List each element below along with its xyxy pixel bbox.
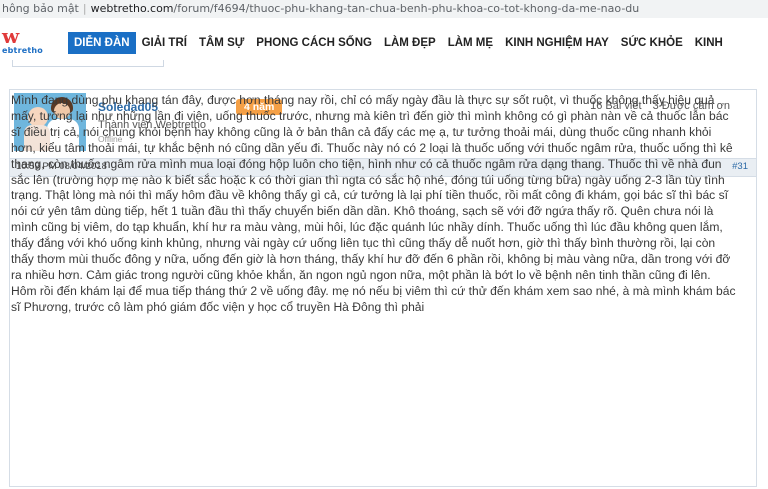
site-header: w ebtretho DIỄN ĐÀN GIẢI TRÍ TÂM SỰ PHONG C… — [0, 18, 768, 60]
previous-post-edge — [12, 60, 164, 67]
main-menu: DIỄN ĐÀN GIẢI TRÍ TÂM SỰ PHONG CÁCH SỐNG LÀM… — [68, 32, 729, 54]
site-logo[interactable]: w ebtretho — [0, 22, 60, 56]
logo-brand: ebtretho — [2, 46, 43, 55]
nav-item-8[interactable]: KINH — [689, 32, 729, 54]
nav-item-5[interactable]: LÀM MẸ — [442, 32, 499, 54]
nav-item-2[interactable]: TÂM SỰ — [193, 32, 250, 54]
post-content: Mình đang dùng phụ khang tán đây, được h… — [11, 93, 736, 314]
nav-item-1[interactable]: GIẢI TRÍ — [136, 32, 193, 54]
address-bar[interactable]: hông bảo mật | webtretho.com/forum/f4694/t… — [0, 0, 768, 19]
nav-item-7[interactable]: SỨC KHỎE — [615, 32, 689, 54]
nav-item-3[interactable]: PHONG CÁCH SỐNG — [250, 32, 378, 54]
url-path: /forum/f4694/thuoc-phu-khang-tan-chua-be… — [173, 2, 640, 15]
nav-item-4[interactable]: LÀM ĐẸP — [378, 32, 442, 54]
nav-item-6[interactable]: KINH NGHIỆM HAY — [499, 32, 615, 54]
security-label[interactable]: hông bảo mật — [0, 2, 79, 15]
nav-item-0[interactable]: DIỄN ĐÀN — [68, 32, 136, 54]
url-domain: webtretho.com — [90, 2, 174, 15]
logo-mark-icon: w — [2, 24, 20, 48]
address-separator: | — [82, 2, 87, 15]
